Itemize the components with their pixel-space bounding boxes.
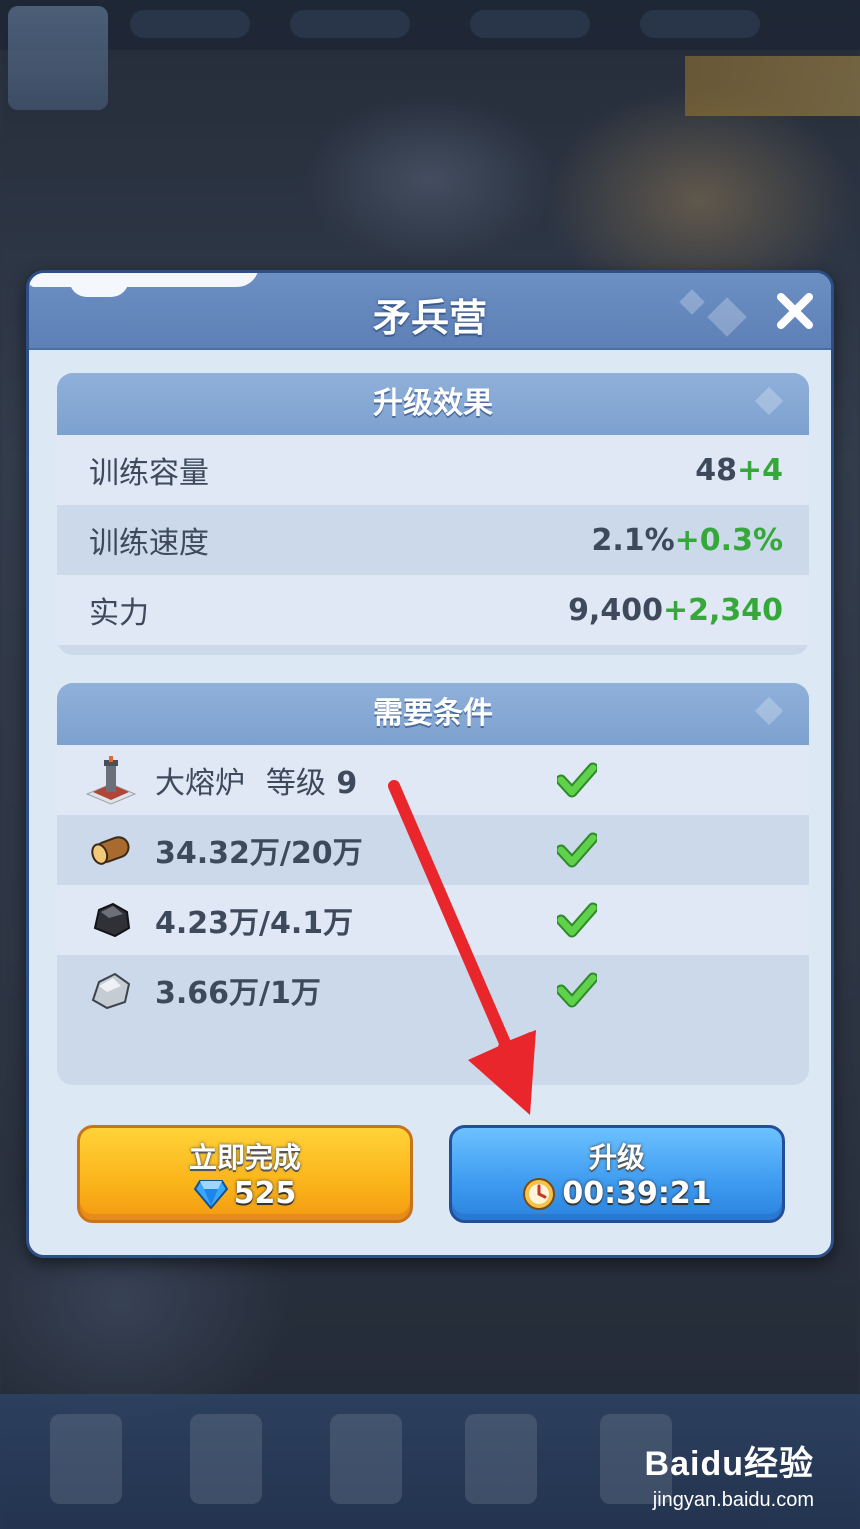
watermark-url: jingyan.baidu.com bbox=[652, 1489, 814, 1511]
baidu-watermark: Baidu经验 jingyan.baidu.com bbox=[645, 1436, 814, 1512]
snow-decoration bbox=[29, 273, 259, 297]
effect-row: 训练容量 48+4 bbox=[57, 435, 809, 505]
level-label: 等级 bbox=[265, 766, 326, 801]
effect-value: 2.1%+0.3% bbox=[591, 523, 783, 558]
upgrade-effects-title: 升级效果 bbox=[373, 386, 493, 421]
check-icon bbox=[557, 762, 597, 798]
upgrade-effects-header: 升级效果 bbox=[57, 373, 809, 435]
check-icon bbox=[557, 832, 597, 868]
upgrade-time-value: 00:39:21 bbox=[562, 1176, 712, 1211]
check-icon bbox=[557, 972, 597, 1008]
upgrade-time: 00:39:21 bbox=[452, 1176, 782, 1211]
upgrade-button[interactable]: 升级 00:39:21 bbox=[449, 1125, 785, 1223]
upgrade-label: 升级 bbox=[588, 1141, 645, 1174]
gem-icon bbox=[193, 1179, 228, 1209]
effect-label: 训练容量 bbox=[89, 456, 209, 491]
effect-base: 9,400 bbox=[568, 592, 663, 628]
requirements-header: 需要条件 bbox=[57, 683, 809, 745]
effect-base: 48 bbox=[695, 452, 737, 488]
watermark-brand: Baidu经验 bbox=[644, 1445, 814, 1483]
check-icon bbox=[557, 902, 597, 938]
upgrade-effects-panel: 升级效果 训练容量 48+4 训练速度 2.1%+0.3% 实力 9,400+2… bbox=[57, 373, 809, 655]
effect-value: 9,400+2,340 bbox=[568, 593, 783, 628]
finish-now-cost: 525 bbox=[80, 1176, 410, 1211]
red-arrow-annotation bbox=[388, 780, 536, 1115]
effect-bonus: +2,340 bbox=[662, 592, 783, 628]
finish-now-label: 立即完成 bbox=[188, 1141, 301, 1174]
level-value: 9 bbox=[336, 766, 358, 801]
decor-diamond bbox=[754, 386, 784, 416]
effect-label: 实力 bbox=[89, 596, 149, 631]
effect-row: 训练速度 2.1%+0.3% bbox=[57, 505, 809, 575]
decor-diamond bbox=[754, 696, 784, 726]
dialog-title: 矛兵营 bbox=[372, 296, 487, 340]
close-icon[interactable] bbox=[773, 289, 817, 333]
wood-log-icon bbox=[91, 836, 130, 865]
requirement-amount: 3.66万/1万 bbox=[155, 976, 321, 1011]
effect-row: 实力 9,400+2,340 bbox=[57, 575, 809, 645]
requirements-title: 需要条件 bbox=[373, 696, 493, 731]
clock-icon bbox=[523, 1177, 556, 1210]
effect-bonus: +0.3% bbox=[674, 522, 783, 558]
iron-ore-icon bbox=[91, 972, 131, 1010]
finish-now-cost-value: 525 bbox=[233, 1176, 297, 1211]
coal-icon bbox=[93, 902, 131, 938]
effect-label: 训练速度 bbox=[89, 526, 209, 561]
requirement-amount: 4.23万/4.1万 bbox=[155, 906, 354, 941]
furnace-icon bbox=[85, 756, 137, 805]
finish-now-button[interactable]: 立即完成 525 bbox=[77, 1125, 413, 1223]
building-name: 大熔炉 bbox=[155, 766, 245, 801]
requirement-building: 大熔炉 等级 9 bbox=[155, 758, 357, 802]
effect-bonus: +4 bbox=[736, 452, 783, 488]
effect-value: 48+4 bbox=[695, 453, 783, 488]
effect-base: 2.1% bbox=[591, 522, 675, 558]
requirement-amount: 34.32万/20万 bbox=[155, 836, 363, 871]
